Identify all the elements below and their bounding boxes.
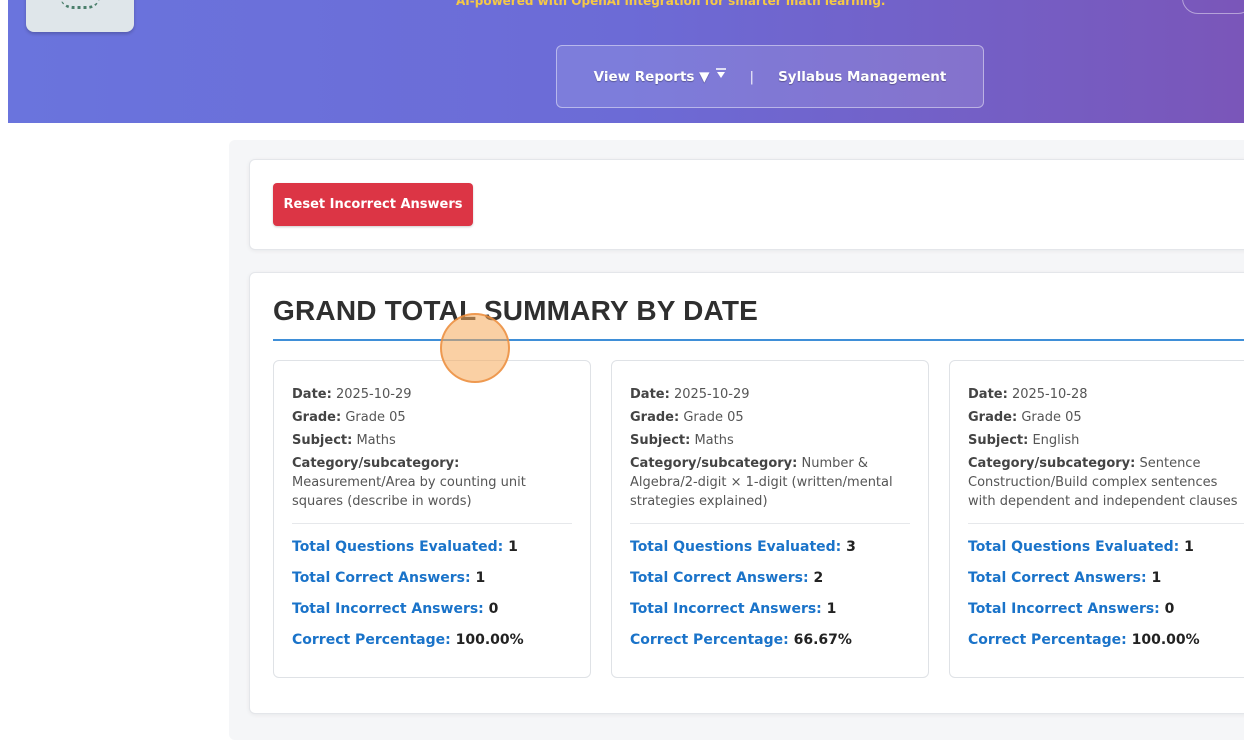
grand-total-summary-card: GRAND TOTAL SUMMARY BY DATE Date: 2025-1… bbox=[249, 272, 1244, 714]
total-correct-label: Total Correct Answers: bbox=[968, 570, 1147, 586]
category-line: Category/subcategory: Number & Algebra/2… bbox=[630, 454, 910, 511]
total-incorrect-label: Total Incorrect Answers: bbox=[968, 601, 1160, 617]
nav-separator: | bbox=[749, 68, 755, 85]
total-correct-line: Total Correct Answers: 1 bbox=[968, 569, 1244, 588]
total-questions-line: Total Questions Evaluated: 1 bbox=[968, 538, 1244, 557]
total-incorrect-label: Total Incorrect Answers: bbox=[630, 601, 822, 617]
correct-percentage-label: Correct Percentage: bbox=[968, 632, 1127, 648]
total-incorrect-value: 0 bbox=[1164, 601, 1175, 617]
grade-value: Grade 05 bbox=[1021, 410, 1082, 425]
app-logo[interactable] bbox=[26, 0, 134, 32]
grade-line: Grade: Grade 05 bbox=[630, 408, 910, 427]
total-questions-label: Total Questions Evaluated: bbox=[292, 539, 504, 555]
category-label: Category/subcategory: bbox=[968, 456, 1136, 471]
actions-card: Reset Incorrect Answers bbox=[249, 159, 1244, 250]
logo-mark-icon bbox=[60, 0, 100, 9]
user-menu-button[interactable] bbox=[1182, 0, 1244, 14]
total-incorrect-line: Total Incorrect Answers: 0 bbox=[292, 600, 572, 619]
summary-title-underline bbox=[273, 339, 1244, 341]
total-incorrect-value: 0 bbox=[488, 601, 499, 617]
subject-value: Maths bbox=[356, 433, 396, 448]
date-line: Date: 2025-10-29 bbox=[292, 385, 572, 404]
correct-percentage-value: 100.00% bbox=[455, 632, 524, 648]
correct-percentage-value: 66.67% bbox=[793, 632, 852, 648]
grade-value: Grade 05 bbox=[345, 410, 406, 425]
subject-line: Subject: English bbox=[968, 431, 1244, 450]
total-questions-line: Total Questions Evaluated: 3 bbox=[630, 538, 910, 557]
filter-icon bbox=[715, 67, 726, 80]
subject-line: Subject: Maths bbox=[292, 431, 572, 450]
subject-line: Subject: Maths bbox=[630, 431, 910, 450]
category-label: Category/subcategory: bbox=[292, 456, 460, 471]
grade-label: Grade: bbox=[968, 410, 1018, 425]
date-value: 2025-10-29 bbox=[335, 387, 412, 402]
subject-value: Maths bbox=[694, 433, 734, 448]
date-label: Date: bbox=[968, 387, 1008, 402]
total-questions-value: 1 bbox=[1184, 539, 1194, 555]
category-value: Measurement/Area by counting unit square… bbox=[292, 475, 526, 509]
total-correct-line: Total Correct Answers: 2 bbox=[630, 569, 910, 588]
grade-line: Grade: Grade 05 bbox=[292, 408, 572, 427]
correct-percentage-line: Correct Percentage: 100.00% bbox=[968, 631, 1244, 650]
click-indicator bbox=[440, 313, 510, 383]
app-header: AI-powered with OpenAI integration for s… bbox=[8, 0, 1244, 123]
main-nav: View Reports ▼ | Syllabus Management bbox=[556, 45, 984, 108]
total-incorrect-label: Total Incorrect Answers: bbox=[292, 601, 484, 617]
syllabus-management-link[interactable]: Syllabus Management bbox=[778, 69, 946, 85]
grade-value: Grade 05 bbox=[683, 410, 744, 425]
app-tagline: AI-powered with OpenAI integration for s… bbox=[456, 0, 886, 8]
category-label: Category/subcategory: bbox=[630, 456, 798, 471]
total-incorrect-line: Total Incorrect Answers: 1 bbox=[630, 600, 910, 619]
correct-percentage-label: Correct Percentage: bbox=[292, 632, 451, 648]
category-line: Category/subcategory: Measurement/Area b… bbox=[292, 454, 572, 511]
correct-percentage-value: 100.00% bbox=[1131, 632, 1200, 648]
correct-percentage-line: Correct Percentage: 66.67% bbox=[630, 631, 910, 650]
summary-title: GRAND TOTAL SUMMARY BY DATE bbox=[273, 295, 759, 326]
correct-percentage-label: Correct Percentage: bbox=[630, 632, 789, 648]
total-questions-label: Total Questions Evaluated: bbox=[968, 539, 1180, 555]
view-reports-menu[interactable]: View Reports ▼ bbox=[593, 67, 726, 85]
syllabus-management-label: Syllabus Management bbox=[778, 68, 947, 85]
category-line: Category/subcategory: Sentence Construct… bbox=[968, 454, 1244, 511]
date-label: Date: bbox=[630, 387, 670, 402]
subject-value: English bbox=[1032, 433, 1080, 448]
date-summary-card: Date: 2025-10-28 Grade: Grade 05 Subject… bbox=[949, 360, 1244, 678]
grade-label: Grade: bbox=[292, 410, 342, 425]
date-summary-card: Date: 2025-10-29 Grade: Grade 05 Subject… bbox=[611, 360, 929, 678]
grade-label: Grade: bbox=[630, 410, 680, 425]
total-questions-line: Total Questions Evaluated: 1 bbox=[292, 538, 572, 557]
date-line: Date: 2025-10-29 bbox=[630, 385, 910, 404]
total-incorrect-value: 1 bbox=[826, 601, 837, 617]
subject-label: Subject: bbox=[292, 433, 353, 448]
view-reports-label: View Reports ▼ bbox=[593, 68, 710, 85]
date-value: 2025-10-29 bbox=[673, 387, 750, 402]
total-correct-value: 1 bbox=[1151, 570, 1162, 586]
reset-incorrect-answers-button[interactable]: Reset Incorrect Answers bbox=[273, 183, 473, 226]
correct-percentage-line: Correct Percentage: 100.00% bbox=[292, 631, 572, 650]
card-divider bbox=[630, 523, 910, 524]
total-questions-value: 3 bbox=[846, 539, 856, 555]
total-correct-line: Total Correct Answers: 1 bbox=[292, 569, 572, 588]
grade-line: Grade: Grade 05 bbox=[968, 408, 1244, 427]
date-summary-card: Date: 2025-10-29 Grade: Grade 05 Subject… bbox=[273, 360, 591, 678]
total-questions-label: Total Questions Evaluated: bbox=[630, 539, 842, 555]
total-correct-label: Total Correct Answers: bbox=[630, 570, 809, 586]
total-correct-value: 1 bbox=[475, 570, 486, 586]
card-divider bbox=[968, 523, 1244, 524]
date-label: Date: bbox=[292, 387, 332, 402]
subject-label: Subject: bbox=[630, 433, 691, 448]
total-incorrect-line: Total Incorrect Answers: 0 bbox=[968, 600, 1244, 619]
total-correct-value: 2 bbox=[813, 570, 824, 586]
card-divider bbox=[292, 523, 572, 524]
total-questions-value: 1 bbox=[508, 539, 518, 555]
date-value: 2025-10-28 bbox=[1011, 387, 1088, 402]
date-line: Date: 2025-10-28 bbox=[968, 385, 1244, 404]
total-correct-label: Total Correct Answers: bbox=[292, 570, 471, 586]
subject-label: Subject: bbox=[968, 433, 1029, 448]
